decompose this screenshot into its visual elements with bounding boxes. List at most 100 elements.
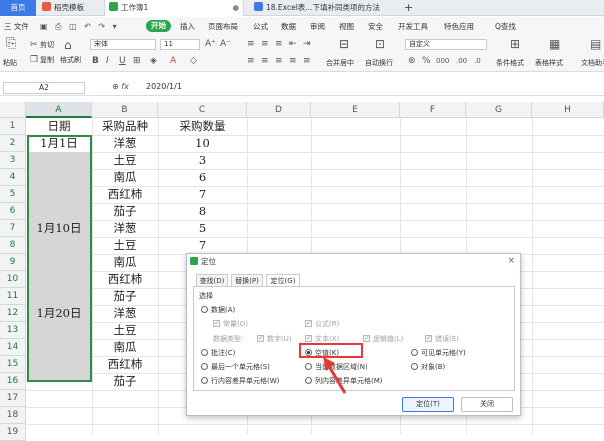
col-header-c[interactable]: C bbox=[158, 102, 247, 118]
bold-icon[interactable]: B bbox=[92, 56, 99, 66]
menu-start[interactable]: 开始 bbox=[146, 20, 171, 32]
row-header-13[interactable]: 13 bbox=[0, 322, 26, 339]
row-header-1[interactable]: 1 bbox=[0, 118, 26, 135]
col-header-e[interactable]: E bbox=[311, 102, 400, 118]
redo-icon[interactable]: ↷ bbox=[98, 22, 105, 31]
row-header-2[interactable]: 2 bbox=[0, 135, 26, 152]
font-grow-icon[interactable]: A⁺ bbox=[205, 39, 216, 49]
col-header-f[interactable]: F bbox=[400, 102, 466, 118]
row-header-6[interactable]: 6 bbox=[0, 203, 26, 220]
align-left-icon[interactable]: ≡ bbox=[247, 56, 255, 66]
cell-c1[interactable]: 采购数量 bbox=[158, 118, 247, 135]
copy-button[interactable]: 复制 bbox=[40, 55, 54, 65]
row-header-8[interactable]: 8 bbox=[0, 237, 26, 254]
cell-a7[interactable]: 1月10日 bbox=[26, 220, 92, 237]
clear-format-icon[interactable]: ◇ bbox=[190, 56, 197, 66]
italic-icon[interactable]: I bbox=[106, 56, 109, 66]
radio-data[interactable]: 数据(A) bbox=[201, 305, 235, 315]
conditional-format-button[interactable]: 条件格式 bbox=[496, 58, 524, 68]
radio-comment[interactable]: 批注(C) bbox=[201, 348, 235, 358]
preview-icon[interactable]: ◫ bbox=[69, 22, 77, 31]
paste-label[interactable]: 粘贴 bbox=[3, 58, 17, 68]
thousands-icon[interactable]: 000 bbox=[436, 56, 449, 66]
row-header-17[interactable]: 17 bbox=[0, 390, 26, 407]
cell-c8[interactable]: 7 bbox=[158, 237, 247, 254]
search-button[interactable]: Q查找 bbox=[495, 17, 516, 36]
menu-page-layout[interactable]: 页面布局 bbox=[208, 17, 238, 36]
tab-template[interactable]: 稻壳模板 bbox=[38, 0, 102, 16]
cell-b2[interactable]: 洋葱 bbox=[92, 135, 158, 152]
col-header-h[interactable]: H bbox=[532, 102, 604, 118]
currency-icon[interactable]: ⊛ bbox=[408, 56, 416, 66]
align-center-icon[interactable]: ≡ bbox=[261, 56, 269, 66]
fill-color-icon[interactable]: ◈ bbox=[150, 56, 157, 66]
checkbox-formula[interactable]: 公式(R) bbox=[305, 318, 339, 329]
cell-b3[interactable]: 土豆 bbox=[92, 152, 158, 169]
select-all-corner[interactable] bbox=[0, 102, 26, 118]
cell-b5[interactable]: 西红柿 bbox=[92, 186, 158, 203]
cell-b12[interactable]: 洋葱 bbox=[92, 305, 158, 322]
cell-b10[interactable]: 西红柿 bbox=[92, 271, 158, 288]
cell-b1[interactable]: 采购品种 bbox=[92, 118, 158, 135]
align-middle-icon[interactable]: ≡ bbox=[261, 39, 269, 49]
cell-a12[interactable]: 1月20日 bbox=[26, 305, 92, 322]
checkbox-error[interactable]: 错误(E) bbox=[425, 333, 459, 344]
checkbox-constant[interactable]: 常量(O) bbox=[213, 318, 248, 329]
goto-button[interactable]: 定位(T) bbox=[402, 397, 454, 412]
row-header-4[interactable]: 4 bbox=[0, 169, 26, 186]
formula-input[interactable]: 2020/1/1 bbox=[146, 82, 182, 91]
font-size-select[interactable]: 11 bbox=[160, 39, 200, 50]
checkbox-logical[interactable]: 逻辑值(L) bbox=[363, 333, 403, 344]
row-header-9[interactable]: 9 bbox=[0, 254, 26, 271]
cell-b7[interactable]: 洋葱 bbox=[92, 220, 158, 237]
radio-last-cell[interactable]: 最后一个单元格(S) bbox=[201, 362, 270, 372]
cell-c5[interactable]: 7 bbox=[158, 186, 247, 203]
tab-document[interactable]: 18.Excel表...下填补同类项的方法 bbox=[250, 0, 400, 16]
menu-special[interactable]: 特色应用 bbox=[444, 17, 474, 36]
add-tab-button[interactable]: + bbox=[404, 0, 413, 16]
checkbox-number[interactable]: 数字(U) bbox=[257, 333, 292, 344]
menu-insert[interactable]: 插入 bbox=[180, 17, 195, 36]
cell-a1[interactable]: 日期 bbox=[26, 118, 92, 135]
row-header-7[interactable]: 7 bbox=[0, 220, 26, 237]
row-header-5[interactable]: 5 bbox=[0, 186, 26, 203]
cell-c4[interactable]: 6 bbox=[158, 169, 247, 186]
row-header-18[interactable]: 18 bbox=[0, 407, 26, 424]
menu-file[interactable]: 三 文件 bbox=[4, 17, 29, 36]
cut-button[interactable]: 剪切 bbox=[40, 40, 54, 50]
align-bottom-icon[interactable]: ≡ bbox=[275, 39, 283, 49]
cell-b11[interactable]: 茄子 bbox=[92, 288, 158, 305]
outdent-icon[interactable]: ⇥ bbox=[303, 39, 311, 49]
print-icon[interactable]: ⎙ bbox=[55, 22, 61, 31]
col-header-d[interactable]: D bbox=[247, 102, 311, 118]
radio-object[interactable]: 对象(B) bbox=[411, 362, 445, 372]
close-icon[interactable]: × bbox=[507, 254, 515, 269]
number-format-select[interactable]: 自定义 bbox=[405, 39, 487, 50]
cell-b16[interactable]: 茄子 bbox=[92, 373, 158, 390]
decrease-decimal-icon[interactable]: .0 bbox=[474, 56, 481, 66]
align-right-icon[interactable]: ≡ bbox=[275, 56, 283, 66]
table-style-button[interactable]: 表格样式 bbox=[535, 58, 563, 68]
align-top-icon[interactable]: ≡ bbox=[247, 39, 255, 49]
cell-c3[interactable]: 3 bbox=[158, 152, 247, 169]
radio-row-diff[interactable]: 行内容差异单元格(W) bbox=[201, 376, 279, 386]
menu-view[interactable]: 视图 bbox=[339, 17, 354, 36]
dropdown-icon[interactable]: ▾ bbox=[113, 22, 117, 31]
radio-visible[interactable]: 可见单元格(Y) bbox=[411, 348, 466, 358]
menu-formulas[interactable]: 公式 bbox=[253, 17, 268, 36]
cell-b4[interactable]: 南瓜 bbox=[92, 169, 158, 186]
row-header-14[interactable]: 14 bbox=[0, 339, 26, 356]
menu-developer[interactable]: 开发工具 bbox=[398, 17, 428, 36]
row-header-11[interactable]: 11 bbox=[0, 288, 26, 305]
cell-c2[interactable]: 10 bbox=[158, 135, 247, 152]
distribute-icon[interactable]: ≡ bbox=[303, 56, 311, 66]
cell-c6[interactable]: 8 bbox=[158, 203, 247, 220]
wrap-text-button[interactable]: 自动换行 bbox=[365, 58, 393, 68]
cell-b8[interactable]: 土豆 bbox=[92, 237, 158, 254]
cell-b14[interactable]: 南瓜 bbox=[92, 339, 158, 356]
underline-icon[interactable]: U bbox=[119, 56, 126, 66]
cell-b15[interactable]: 西红柿 bbox=[92, 356, 158, 373]
row-header-16[interactable]: 16 bbox=[0, 373, 26, 390]
increase-decimal-icon[interactable]: .00 bbox=[456, 56, 467, 66]
tab-home[interactable]: 首页 bbox=[0, 0, 36, 16]
